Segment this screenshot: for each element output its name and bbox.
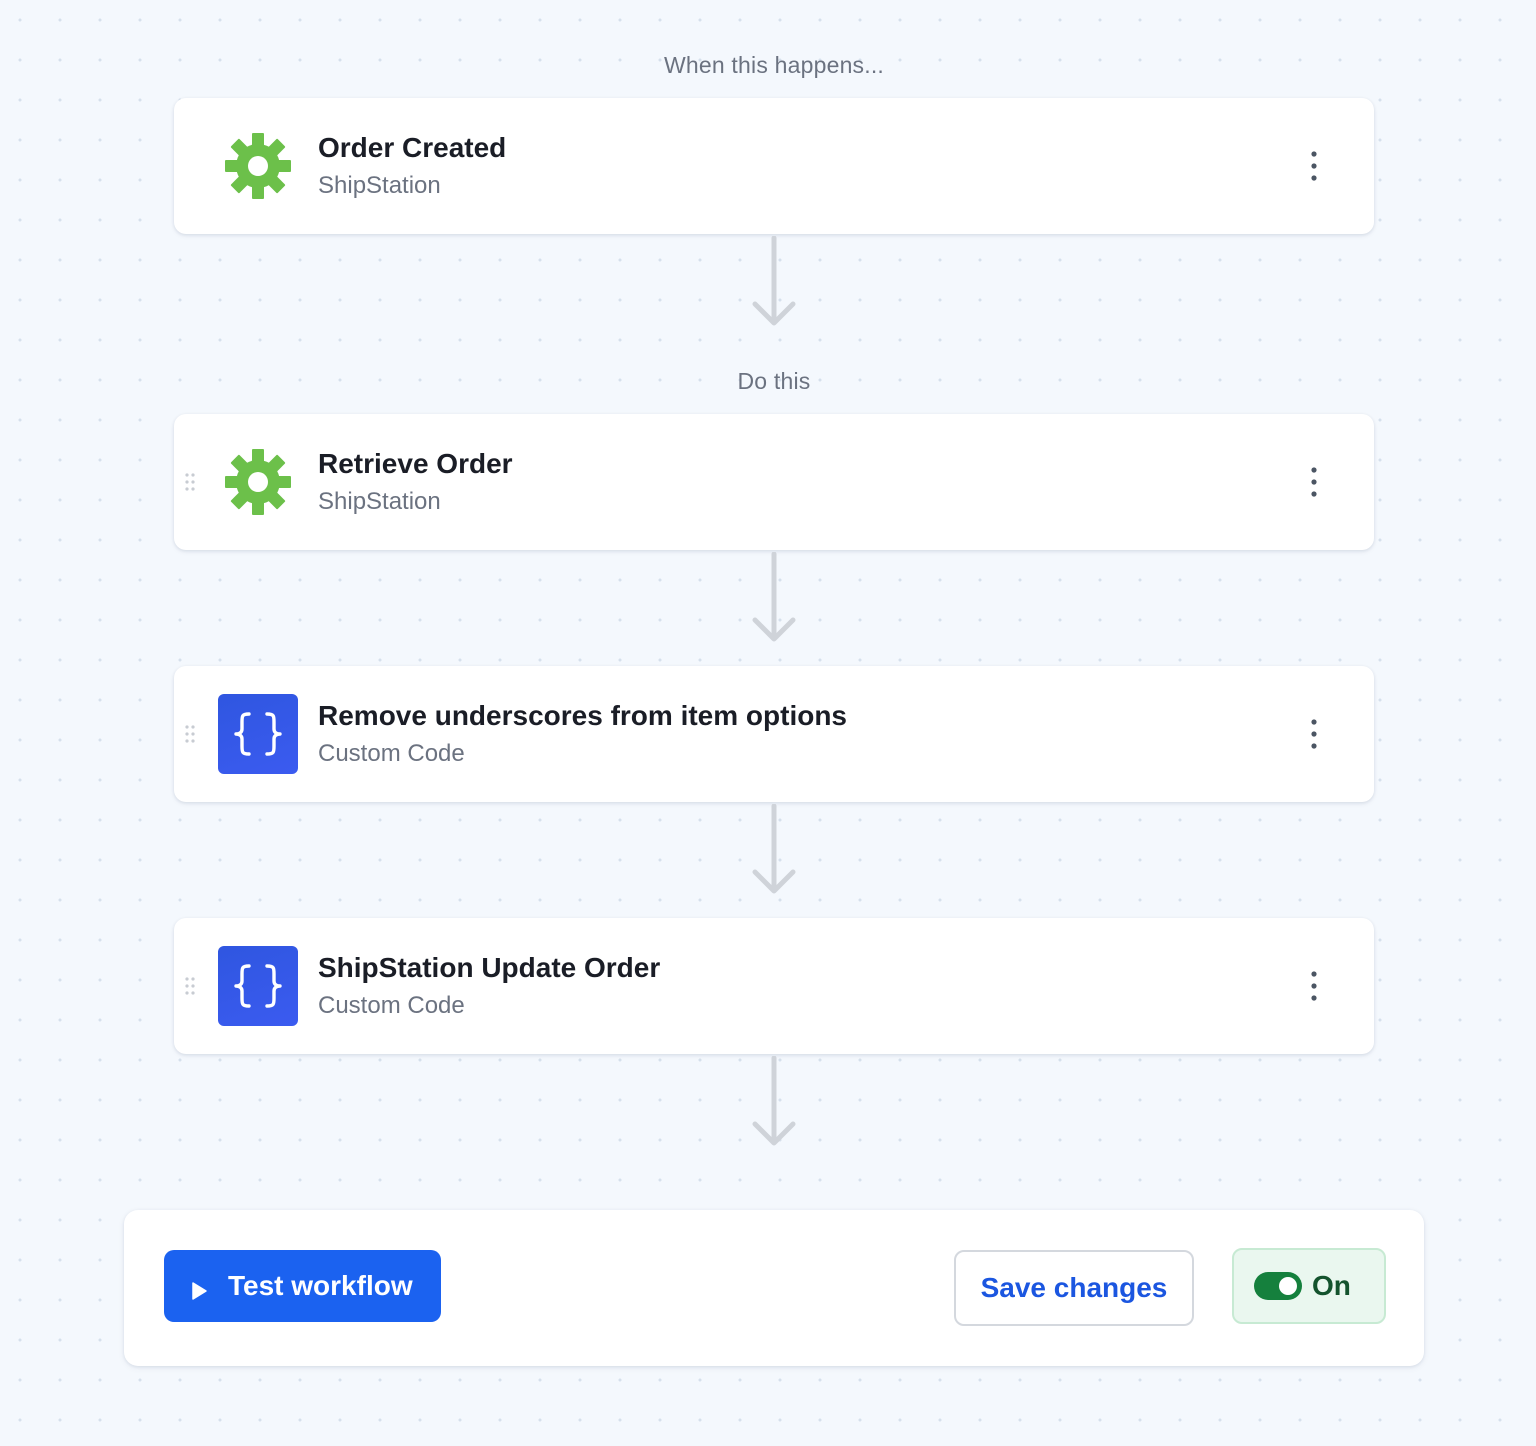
gear-icon xyxy=(218,126,298,206)
step-app-name: ShipStation xyxy=(318,172,441,199)
step-title: ShipStation Update Order xyxy=(318,952,661,983)
play-icon xyxy=(190,1276,208,1300)
arrow-down-icon xyxy=(750,551,798,648)
gear-icon xyxy=(218,442,298,522)
save-changes-button[interactable]: Save changes xyxy=(954,1250,1194,1326)
step-app-name: ShipStation xyxy=(318,488,441,515)
more-options-icon[interactable] xyxy=(1300,464,1328,500)
arrow-down-icon xyxy=(750,803,798,900)
curly-braces-icon xyxy=(218,946,298,1026)
step-title: Remove underscores from item options xyxy=(318,700,848,731)
workflow-enabled-toggle[interactable]: On xyxy=(1232,1248,1386,1324)
trigger-section-label: When this happens... xyxy=(663,52,885,78)
step-card-order-created[interactable]: Order Created ShipStation xyxy=(174,98,1374,234)
step-app-name: Custom Code xyxy=(318,992,465,1019)
step-card-retrieve-order[interactable]: Retrieve Order ShipStation xyxy=(174,414,1374,550)
more-options-icon[interactable] xyxy=(1300,968,1328,1004)
step-title: Order Created xyxy=(318,132,507,163)
arrow-down-icon xyxy=(750,1055,798,1152)
drag-handle-icon[interactable] xyxy=(184,724,196,744)
toggle-switch[interactable] xyxy=(1254,1272,1302,1300)
step-app-name: Custom Code xyxy=(318,740,465,767)
toggle-knob xyxy=(1279,1277,1297,1295)
step-card-remove-underscores[interactable]: Remove underscores from item options Cus… xyxy=(174,666,1374,802)
test-workflow-label: Test workflow xyxy=(228,1270,413,1301)
arrow-down-icon xyxy=(750,235,798,332)
step-title: Retrieve Order xyxy=(318,448,513,479)
workflow-action-bar: Test workflow Save changes On xyxy=(124,1210,1424,1366)
step-card-update-order[interactable]: ShipStation Update Order Custom Code xyxy=(174,918,1374,1054)
drag-handle-icon[interactable] xyxy=(184,976,196,996)
curly-braces-icon xyxy=(218,694,298,774)
more-options-icon[interactable] xyxy=(1300,148,1328,184)
actions-section-label: Do this xyxy=(737,368,811,394)
toggle-label: On xyxy=(1312,1270,1351,1301)
test-workflow-button[interactable]: Test workflow xyxy=(164,1250,441,1322)
drag-handle-icon[interactable] xyxy=(184,472,196,492)
more-options-icon[interactable] xyxy=(1300,716,1328,752)
